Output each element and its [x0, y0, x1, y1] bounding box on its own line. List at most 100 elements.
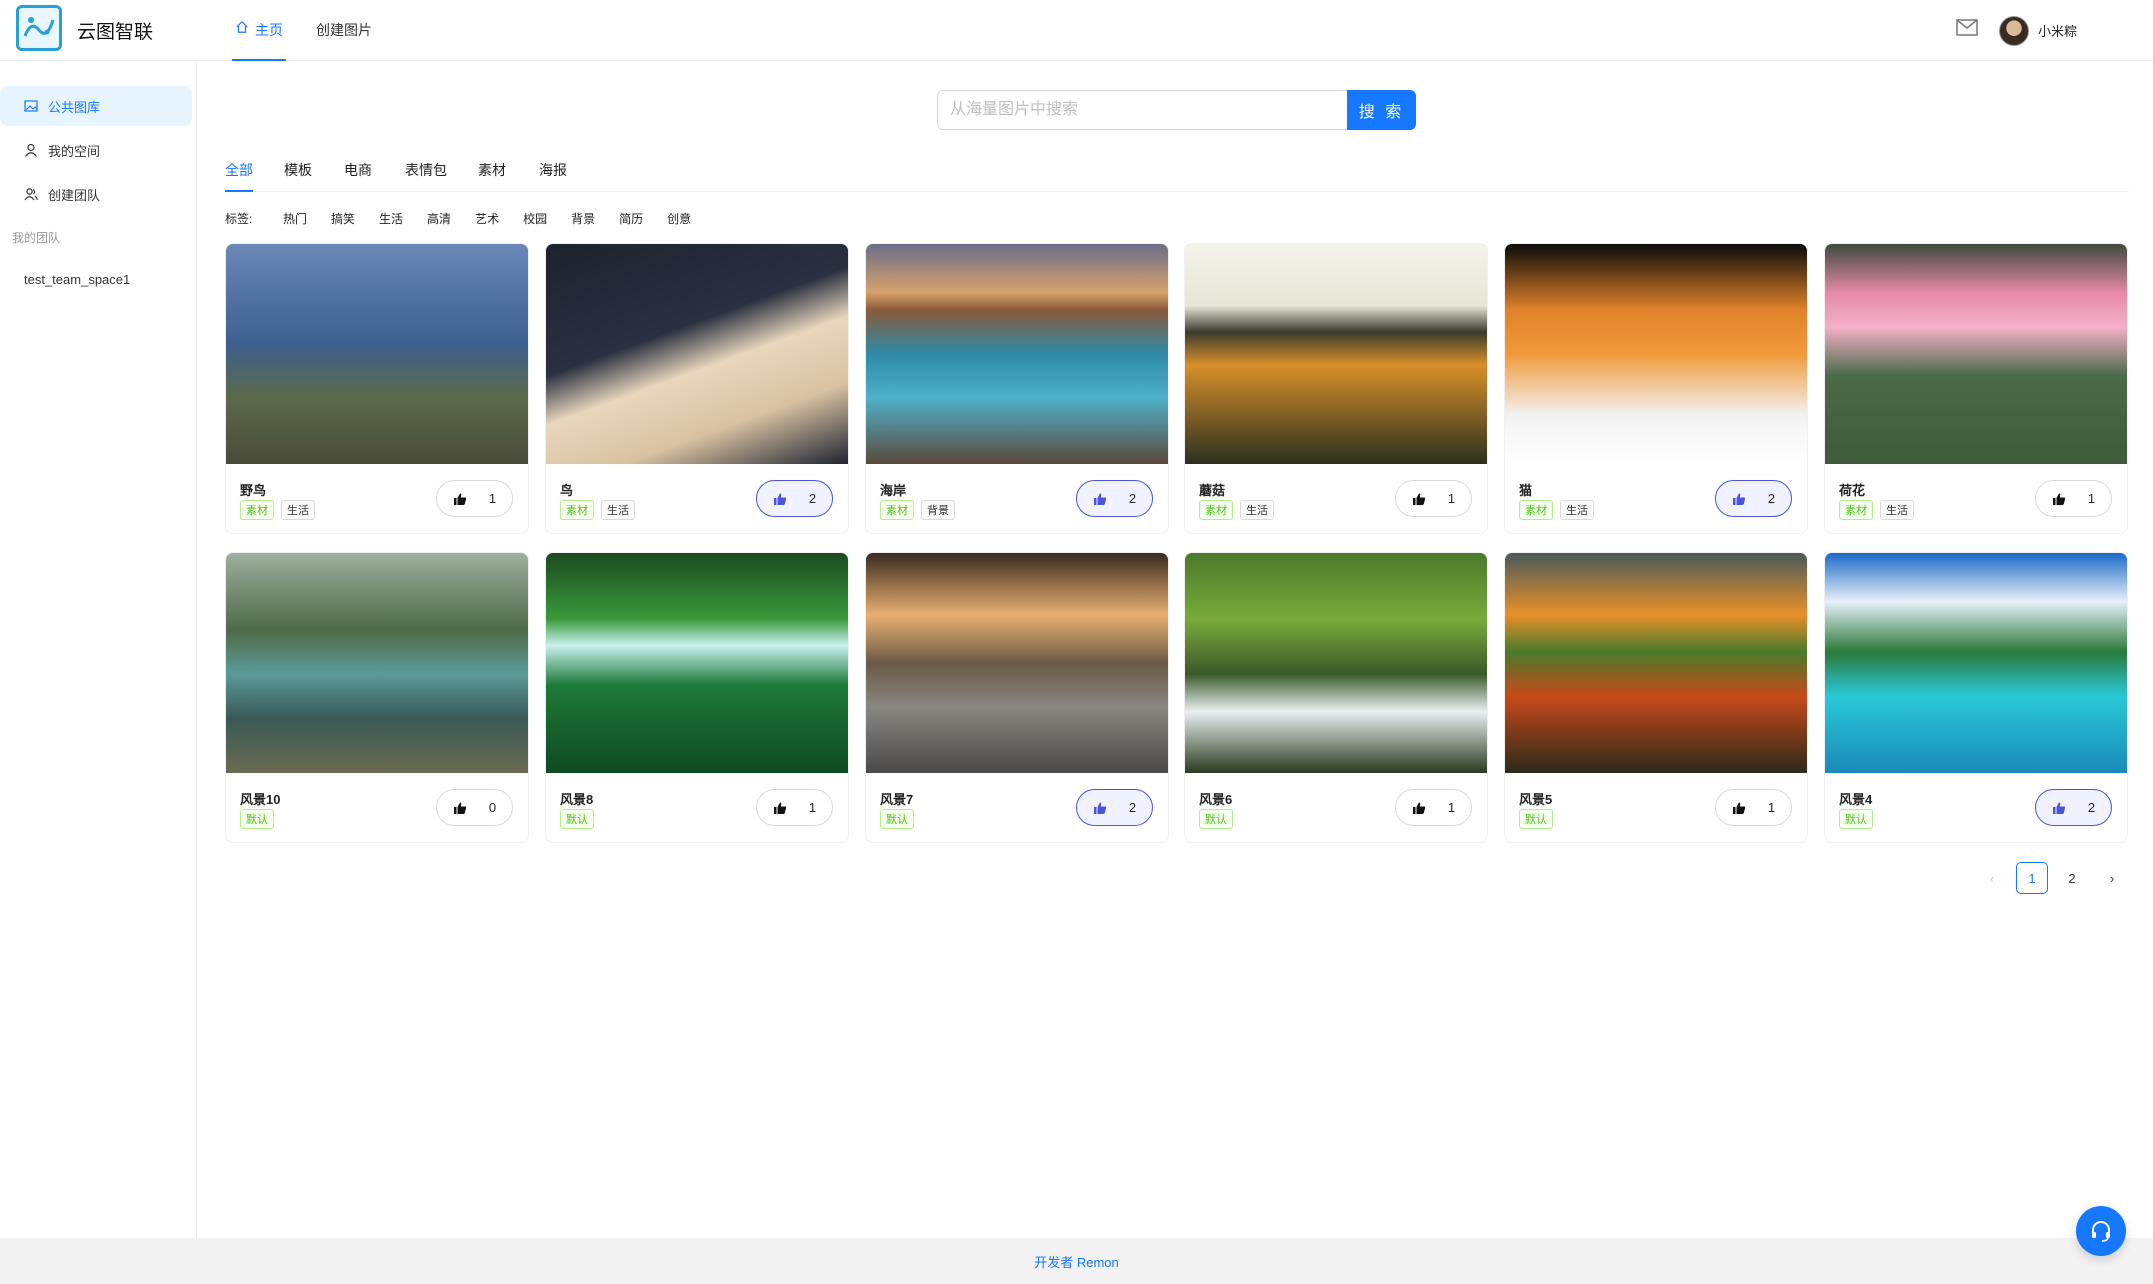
like-count: 2: [1128, 491, 1137, 506]
card-title: 风景8: [560, 792, 594, 807]
card-tag: 生活: [281, 500, 315, 520]
card-tags: 默认: [240, 809, 274, 829]
card-image[interactable]: [866, 553, 1168, 773]
card-tag: 素材: [1519, 500, 1553, 520]
card-title: 海岸: [880, 483, 907, 498]
nav-create-image[interactable]: 创建图片: [316, 20, 372, 61]
footer: 开发者 Remon: [0, 1238, 2153, 1284]
pagination-page-1[interactable]: 1: [2016, 862, 2048, 894]
tags-label: 标签:: [225, 212, 253, 226]
image-card-lotus[interactable]: 荷花 素材 生活 1: [1824, 243, 2128, 534]
nav-create-label: 创建图片: [316, 22, 372, 38]
card-image[interactable]: [866, 244, 1168, 464]
card-image[interactable]: [226, 244, 528, 464]
tag-hot[interactable]: 热门: [283, 210, 307, 227]
like-count: 1: [2087, 491, 2096, 506]
card-tag: 素材: [1199, 500, 1233, 520]
app-logo[interactable]: [16, 5, 62, 51]
tag-funny[interactable]: 搞笑: [331, 210, 355, 227]
tab-poster[interactable]: 海报: [539, 160, 567, 192]
card-image[interactable]: [1505, 553, 1807, 773]
support-button[interactable]: [2076, 1206, 2126, 1256]
pagination-next[interactable]: ›: [2096, 862, 2128, 894]
thumbs-up-icon: [2052, 802, 2065, 814]
sidebar-item-public-gallery[interactable]: 公共图库: [0, 86, 192, 126]
like-count: 2: [1767, 491, 1776, 506]
pagination-prev[interactable]: ‹: [1976, 862, 2008, 894]
thumbs-up-icon: [1093, 493, 1106, 505]
like-button[interactable]: 1: [1715, 789, 1792, 826]
tab-ecommerce[interactable]: 电商: [344, 160, 372, 192]
tab-template[interactable]: 模板: [284, 160, 312, 192]
card-image[interactable]: [1185, 553, 1487, 773]
sidebar-item-team[interactable]: test_team_space1: [24, 272, 130, 287]
like-count: 1: [1767, 800, 1776, 815]
pagination-page-2[interactable]: 2: [2056, 862, 2088, 894]
team-icon: [24, 188, 38, 201]
card-image[interactable]: [1505, 244, 1807, 464]
image-card-coast[interactable]: 海岸 素材 背景 2: [865, 243, 1169, 534]
card-image[interactable]: [546, 553, 848, 773]
card-image[interactable]: [1185, 244, 1487, 464]
nav-home[interactable]: 主页: [232, 20, 286, 61]
card-tags: 素材 生活: [1839, 500, 1914, 520]
tag-creative[interactable]: 创意: [667, 210, 691, 227]
image-card-bird[interactable]: 鸟素材 生活 2: [545, 243, 849, 534]
card-image[interactable]: [1825, 244, 2127, 464]
tag-resume[interactable]: 简历: [619, 210, 643, 227]
card-tag: 默认: [1519, 809, 1553, 829]
tag-background[interactable]: 背景: [571, 210, 595, 227]
search-input[interactable]: [937, 90, 1347, 130]
card-tag: 素材: [1839, 500, 1873, 520]
card-tag: 生活: [1240, 500, 1274, 520]
like-count: 1: [1447, 491, 1456, 506]
image-card-mushroom[interactable]: 蘑菇 素材 生活 1: [1184, 243, 1488, 534]
card-image[interactable]: [226, 553, 528, 773]
card-image[interactable]: [546, 244, 848, 464]
card-tags: 素材 生活: [1519, 500, 1594, 520]
tag-life[interactable]: 生活: [379, 210, 403, 227]
tab-emoji[interactable]: 表情包: [405, 160, 447, 192]
tab-material[interactable]: 素材: [478, 160, 506, 192]
image-card-scenery-5[interactable]: 风景5 默认 1: [1504, 552, 1808, 843]
image-card-scenery-7[interactable]: 风景7 默认 2: [865, 552, 1169, 843]
thumbs-up-icon: [1732, 802, 1745, 814]
like-button[interactable]: 0: [436, 789, 513, 826]
like-button[interactable]: 2: [1715, 480, 1792, 517]
user-avatar[interactable]: [1999, 16, 2029, 46]
like-button[interactable]: 2: [1076, 480, 1153, 517]
user-name[interactable]: 小米粽: [2038, 21, 2077, 40]
sidebar-item-my-space[interactable]: 我的空间: [0, 130, 192, 170]
like-button[interactable]: 2: [2035, 789, 2112, 826]
like-button[interactable]: 1: [756, 789, 833, 826]
thumbs-up-icon: [1412, 802, 1425, 814]
like-button[interactable]: 1: [2035, 480, 2112, 517]
mail-icon[interactable]: [1956, 19, 1978, 36]
image-card-scenery-4[interactable]: 风景4 默认 2: [1824, 552, 2128, 843]
thumbs-up-icon: [1732, 493, 1745, 505]
category-tabs: 全部 模板 电商 表情包 素材 海报: [225, 160, 2129, 192]
sidebar-group-my-teams: 我的团队: [12, 231, 61, 245]
image-card-scenery-10[interactable]: 风景10 默认 0: [225, 552, 529, 843]
like-button[interactable]: 1: [1395, 789, 1472, 826]
like-button[interactable]: 2: [1076, 789, 1153, 826]
image-card-cat[interactable]: 猫素材 生活 2: [1504, 243, 1808, 534]
card-title: 风景5: [1519, 792, 1553, 807]
tab-all[interactable]: 全部: [225, 160, 253, 192]
card-image[interactable]: [1825, 553, 2127, 773]
tag-hd[interactable]: 高清: [427, 210, 451, 227]
card-title: 风景10: [240, 792, 281, 807]
sidebar-item-label: 公共图库: [48, 99, 101, 115]
like-button[interactable]: 1: [1395, 480, 1472, 517]
app-title: 云图智联: [77, 22, 154, 43]
image-card-scenery-8[interactable]: 风景8 默认 1: [545, 552, 849, 843]
sidebar-item-create-team[interactable]: 创建团队: [0, 174, 192, 214]
search-button[interactable]: 搜 索: [1347, 90, 1416, 130]
card-tag: 生活: [1880, 500, 1914, 520]
like-button[interactable]: 2: [756, 480, 833, 517]
image-card-wild-birds[interactable]: 野鸟 素材 生活 1: [225, 243, 529, 534]
tag-art[interactable]: 艺术: [475, 210, 499, 227]
like-button[interactable]: 1: [436, 480, 513, 517]
image-card-scenery-6[interactable]: 风景6 默认 1: [1184, 552, 1488, 843]
tag-campus[interactable]: 校园: [523, 210, 547, 227]
